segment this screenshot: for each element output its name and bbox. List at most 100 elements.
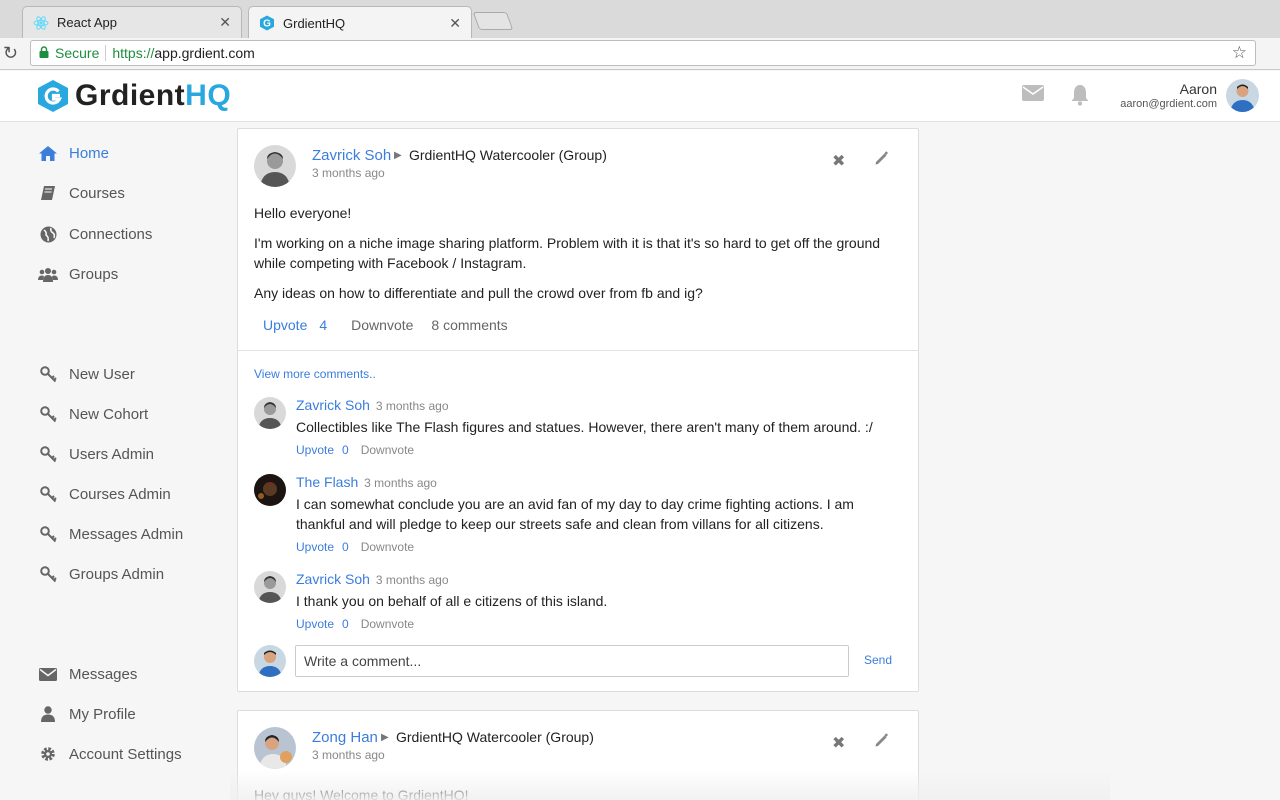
close-icon[interactable]: ✕: [449, 15, 461, 32]
sidebar-item-label: Users Admin: [69, 445, 155, 463]
sidebar-item-users-admin[interactable]: Users Admin: [38, 445, 154, 463]
react-icon: [33, 15, 49, 30]
user-icon: [38, 705, 58, 723]
avatar: [254, 645, 286, 677]
tab-title: React App: [57, 15, 117, 30]
divider: [105, 45, 107, 61]
user-name: Aaron: [1179, 81, 1217, 97]
post-paragraph: Hello everyone!: [254, 205, 352, 221]
upvote-button[interactable]: Upvote: [296, 540, 334, 554]
post-group[interactable]: GrdientHQ Watercooler (Group): [409, 147, 607, 163]
sidebar-item-messages-admin[interactable]: Messages Admin: [38, 525, 183, 543]
upvote-button[interactable]: Upvote: [263, 317, 307, 333]
upvote-count: 4: [319, 317, 328, 333]
key-icon: [38, 445, 58, 463]
avatar[interactable]: [254, 397, 286, 429]
close-icon[interactable]: ✕: [219, 14, 231, 31]
post-paragraph: Hey guys! Welcome to GrdientHQ!: [254, 787, 469, 800]
sidebar-item-courses[interactable]: Courses: [38, 184, 125, 202]
comment: Zavrick Soh 3 months ago I thank you on …: [254, 571, 904, 635]
upvote-button[interactable]: Upvote: [296, 617, 334, 631]
downvote-button[interactable]: Downvote: [361, 617, 414, 631]
downvote-button[interactable]: Downvote: [361, 443, 414, 457]
comment-author[interactable]: Zavrick Soh: [296, 397, 370, 413]
comment-actions: Upvote 0 Downvote: [296, 540, 414, 554]
comment-header: Zavrick Soh 3 months ago: [296, 571, 449, 587]
pencil-icon[interactable]: [874, 733, 889, 753]
sidebar-item-label: Courses Admin: [69, 485, 171, 503]
post-author[interactable]: Zong Han: [312, 729, 378, 746]
sidebar-item-my-profile[interactable]: My Profile: [38, 705, 136, 723]
tab-title: GrdientHQ: [283, 15, 346, 31]
upvote-button[interactable]: Upvote: [296, 443, 334, 457]
comment-actions: Upvote 0 Downvote: [296, 617, 414, 631]
send-button[interactable]: Send: [864, 653, 892, 667]
lock-icon: [39, 45, 49, 61]
sidebar-item-account-settings[interactable]: Account Settings: [38, 745, 182, 763]
downvote-button[interactable]: Downvote: [361, 540, 414, 554]
comments-count[interactable]: 8 comments: [431, 317, 507, 333]
post-author[interactable]: Zavrick Soh: [312, 147, 391, 164]
comment-timestamp: 3 months ago: [375, 573, 449, 587]
avatar[interactable]: [254, 571, 286, 603]
key-icon: [38, 525, 58, 543]
downvote-button[interactable]: Downvote: [351, 317, 413, 333]
comment-author[interactable]: The Flash: [296, 474, 358, 490]
reload-icon[interactable]: ↻: [3, 43, 18, 64]
post-paragraph: I'm working on a niche image sharing pla…: [254, 235, 881, 271]
comment-header: Zavrick Soh 3 months ago: [296, 397, 449, 413]
sidebar-item-courses-admin[interactable]: Courses Admin: [38, 485, 171, 503]
browser-tab-grdienthq[interactable]: G GrdientHQ ✕: [248, 6, 472, 39]
post-group[interactable]: GrdientHQ Watercooler (Group): [396, 729, 594, 745]
address-bar[interactable]: Secure https://app.grdient.com ☆: [30, 40, 1256, 66]
home-icon: [38, 144, 58, 162]
key-icon: [38, 405, 58, 423]
sidebar-item-label: New User: [69, 365, 135, 383]
browser-tab-react-app[interactable]: React App ✕: [22, 6, 242, 38]
secure-label: Secure: [55, 45, 100, 61]
comment-timestamp: 3 months ago: [375, 399, 449, 413]
comment-actions: Upvote 0 Downvote: [296, 443, 414, 457]
bell-icon[interactable]: [1070, 84, 1090, 111]
logo[interactable]: GrdientHQ: [37, 79, 231, 113]
sidebar: Home Courses Connections Groups New User…: [0, 122, 230, 800]
sidebar-item-label: Account Settings: [69, 745, 182, 763]
sidebar-item-groups[interactable]: Groups: [38, 265, 118, 283]
star-icon[interactable]: ☆: [1232, 43, 1247, 63]
avatar[interactable]: [1226, 79, 1259, 112]
sidebar-item-label: Connections: [69, 225, 153, 243]
new-tab-button[interactable]: [472, 12, 514, 30]
close-icon[interactable]: ✖: [832, 151, 845, 171]
avatar[interactable]: [254, 145, 296, 187]
close-icon[interactable]: ✖: [832, 733, 845, 753]
view-more-comments-link[interactable]: View more comments..: [254, 367, 376, 381]
browser-toolbar: ↻ Secure https://app.grdient.com ☆ C: [0, 38, 1280, 100]
comment: Zavrick Soh 3 months ago Collectibles li…: [254, 397, 904, 461]
upvote-count: 0: [342, 540, 349, 554]
avatar[interactable]: [254, 474, 286, 506]
comment: The Flash 3 months ago I can somewhat co…: [254, 474, 904, 558]
envelope-icon: [38, 665, 58, 683]
sidebar-item-label: Messages: [69, 665, 138, 683]
sidebar-item-groups-admin[interactable]: Groups Admin: [38, 565, 164, 583]
browser-tabstrip: React App ✕ G GrdientHQ ✕: [0, 0, 1280, 39]
comment-author[interactable]: Zavrick Soh: [296, 571, 370, 587]
grdient-favicon: G: [260, 15, 274, 31]
sidebar-item-label: Courses: [69, 184, 125, 202]
sidebar-item-home[interactable]: Home: [38, 144, 109, 162]
sidebar-item-connections[interactable]: Connections: [38, 225, 152, 243]
pencil-icon[interactable]: [874, 151, 889, 171]
logo-mark-icon: [38, 80, 68, 112]
avatar[interactable]: [254, 727, 296, 769]
sidebar-item-messages[interactable]: Messages: [38, 665, 137, 683]
comment-input[interactable]: [295, 645, 849, 677]
envelope-icon[interactable]: [1022, 85, 1044, 106]
upvote-count: 0: [342, 617, 349, 631]
sidebar-item-new-user[interactable]: New User: [38, 365, 135, 383]
sidebar-item-new-cohort[interactable]: New Cohort: [38, 405, 148, 423]
post-timestamp: 3 months ago: [312, 166, 385, 180]
gear-icon: [38, 745, 58, 763]
upvote-count: 0: [342, 443, 349, 457]
post-timestamp: 3 months ago: [312, 748, 385, 762]
user-email: aaron@grdient.com: [1120, 98, 1217, 110]
